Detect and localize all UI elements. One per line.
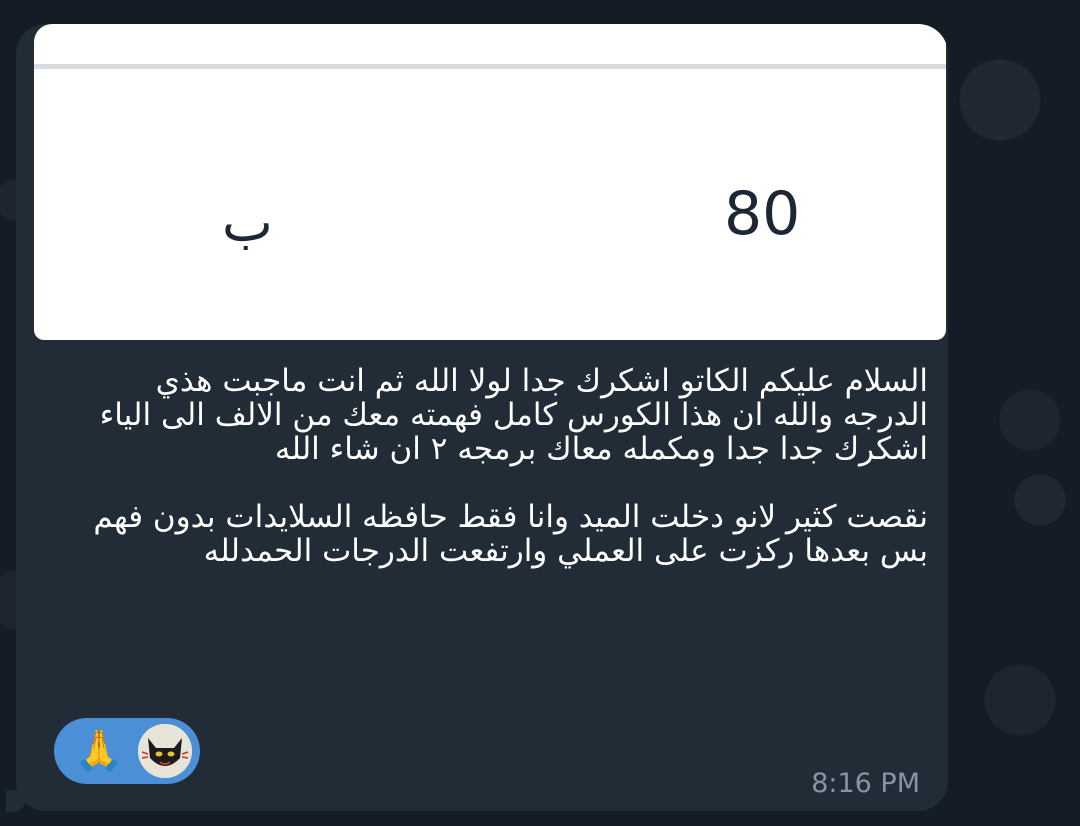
reactor-avatar[interactable] (138, 724, 192, 778)
message-paragraph-2: نقصت كثير لانو دخلت الميد وانا فقط حافظه… (93, 499, 928, 569)
grade-number: 80 (724, 179, 801, 249)
black-cat-avatar-icon (138, 724, 192, 778)
message-paragraph-1: السلام عليكم الكاتو اشكرك جدا لولا الله … (99, 363, 928, 467)
attached-image[interactable]: 80 ب (34, 24, 946, 340)
image-divider (34, 64, 946, 69)
message-bubble[interactable]: 80 ب السلام عليكم الكاتو اشكرك جدا لولا … (16, 24, 948, 811)
folded-hands-icon: 🙏 (74, 728, 124, 774)
message-text: السلام عليكم الكاتو اشكرك جدا لولا الله … (86, 364, 928, 568)
grade-letter: ب (222, 191, 273, 254)
message-timestamp: 8:16 PM (811, 768, 920, 799)
reactions-pill[interactable]: 🙏 (54, 718, 200, 784)
